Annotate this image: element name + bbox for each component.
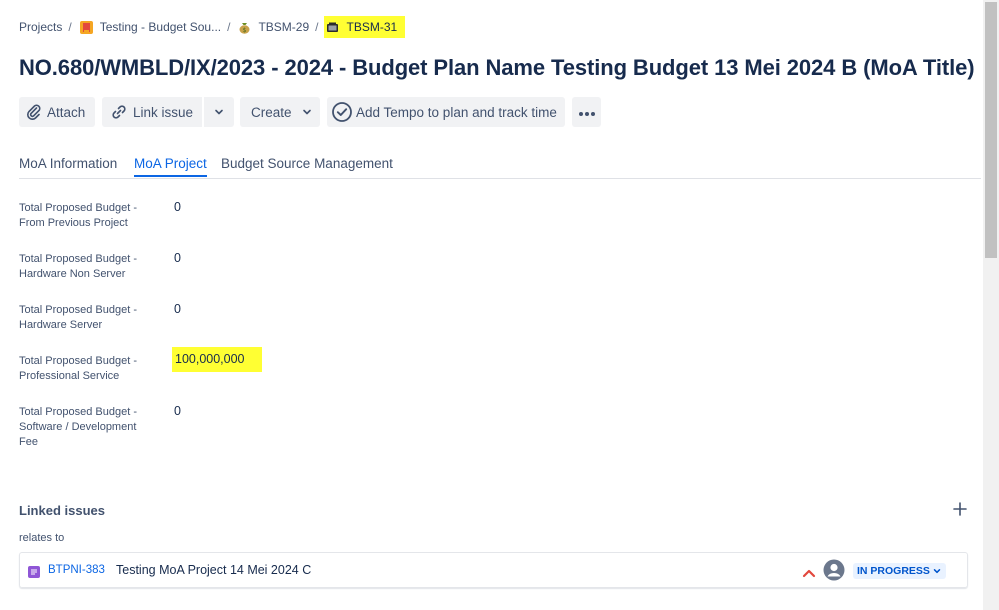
chevron-down-icon bbox=[214, 105, 224, 120]
breadcrumb-separator: / bbox=[68, 20, 72, 34]
field-value-software-development-fee[interactable]: 0 bbox=[174, 404, 181, 418]
link-issue-label: Link issue bbox=[133, 104, 194, 120]
field-label-from-previous-project: Total Proposed Budget - From Previous Pr… bbox=[19, 202, 138, 229]
relation-label: relates to bbox=[19, 532, 65, 544]
issue-type-icon bbox=[326, 21, 339, 34]
breadcrumb-label[interactable]: Projects bbox=[19, 20, 62, 34]
field-value-from-previous-project[interactable]: 0 bbox=[174, 200, 181, 214]
priority-high-icon bbox=[802, 565, 816, 578]
assignee-avatar[interactable] bbox=[823, 559, 845, 581]
more-actions-button[interactable] bbox=[572, 97, 601, 127]
svg-text:$: $ bbox=[243, 26, 247, 33]
more-icon bbox=[578, 105, 596, 120]
link-issue-button[interactable]: Link issue bbox=[102, 97, 202, 127]
breadcrumb-separator: / bbox=[315, 20, 319, 34]
field-label-software-development-fee: Total Proposed Budget - Software / Devel… bbox=[19, 406, 138, 448]
add-linked-issue-button[interactable] bbox=[951, 500, 969, 518]
field-label-hardware-non-server: Total Proposed Budget - Hardware Non Ser… bbox=[19, 253, 138, 280]
linked-issue-row[interactable]: BTPNI-383 Testing MoA Project 14 Mei 202… bbox=[19, 552, 968, 588]
chevron-down-icon bbox=[933, 567, 941, 575]
breadcrumb-label[interactable]: TBSM-29 bbox=[258, 20, 309, 34]
scrollbar-thumb[interactable] bbox=[985, 2, 997, 258]
linked-issue-key[interactable]: BTPNI-383 bbox=[48, 564, 105, 576]
field-value-hardware-non-server[interactable]: 0 bbox=[174, 251, 181, 265]
status-label: IN PROGRESS bbox=[857, 565, 930, 577]
attach-button[interactable]: Attach bbox=[19, 97, 95, 127]
paperclip-icon bbox=[25, 103, 43, 121]
create-label: Create bbox=[251, 104, 292, 120]
status-badge[interactable]: IN PROGRESS bbox=[853, 563, 946, 579]
field-value-professional-service[interactable]: 100,000,000 bbox=[172, 347, 262, 372]
breadcrumb-projects[interactable]: Projects bbox=[19, 20, 62, 34]
plus-icon bbox=[951, 502, 969, 522]
page-title[interactable]: NO.680/WMBLD/IX/2023 - 2024 - Budget Pla… bbox=[19, 55, 975, 81]
link-issue-group: Link issue bbox=[102, 97, 234, 127]
active-tab-indicator bbox=[134, 175, 207, 177]
breadcrumb-current-issue[interactable]: TBSM-31 bbox=[324, 16, 406, 38]
field-label-hardware-server: Total Proposed Budget - Hardware Server bbox=[19, 304, 138, 331]
tab-moa-information[interactable]: MoA Information bbox=[19, 156, 117, 171]
money-bag-icon: $ bbox=[238, 21, 251, 34]
tab-budget-source-management[interactable]: Budget Source Management bbox=[221, 156, 393, 171]
breadcrumb-project[interactable]: Testing - Budget Sou... bbox=[79, 20, 221, 34]
project-icon bbox=[79, 20, 93, 34]
breadcrumb-parent-issue[interactable]: $ TBSM-29 bbox=[238, 20, 309, 34]
breadcrumb-label[interactable]: TBSM-31 bbox=[346, 20, 397, 34]
breadcrumb: Projects / Testing - Budget Sou... / $ T… bbox=[19, 14, 406, 40]
issue-toolbar: Attach Link issue Create Add Tempo to pl… bbox=[19, 97, 601, 127]
linked-issue-summary[interactable]: Testing MoA Project 14 Mei 2024 C bbox=[116, 563, 311, 577]
field-value-hardware-server[interactable]: 0 bbox=[174, 302, 181, 316]
field-label-professional-service: Total Proposed Budget - Professional Ser… bbox=[19, 355, 138, 382]
breadcrumb-separator: / bbox=[227, 20, 231, 34]
add-tempo-button[interactable]: Add Tempo to plan and track time bbox=[327, 97, 565, 127]
attach-label: Attach bbox=[47, 104, 86, 120]
issue-tabs: MoA Information MoA Project Budget Sourc… bbox=[19, 151, 981, 179]
story-icon bbox=[28, 565, 40, 578]
link-icon bbox=[110, 103, 128, 121]
add-tempo-label: Add Tempo to plan and track time bbox=[356, 104, 557, 120]
link-issue-dropdown-button[interactable] bbox=[204, 97, 234, 127]
linked-issues-heading: Linked issues bbox=[19, 503, 105, 518]
check-circle-icon bbox=[331, 101, 353, 123]
breadcrumb-label[interactable]: Testing - Budget Sou... bbox=[100, 20, 221, 34]
chevron-down-icon bbox=[302, 105, 312, 120]
create-button[interactable]: Create bbox=[240, 97, 320, 127]
tab-moa-project[interactable]: MoA Project bbox=[134, 156, 207, 171]
